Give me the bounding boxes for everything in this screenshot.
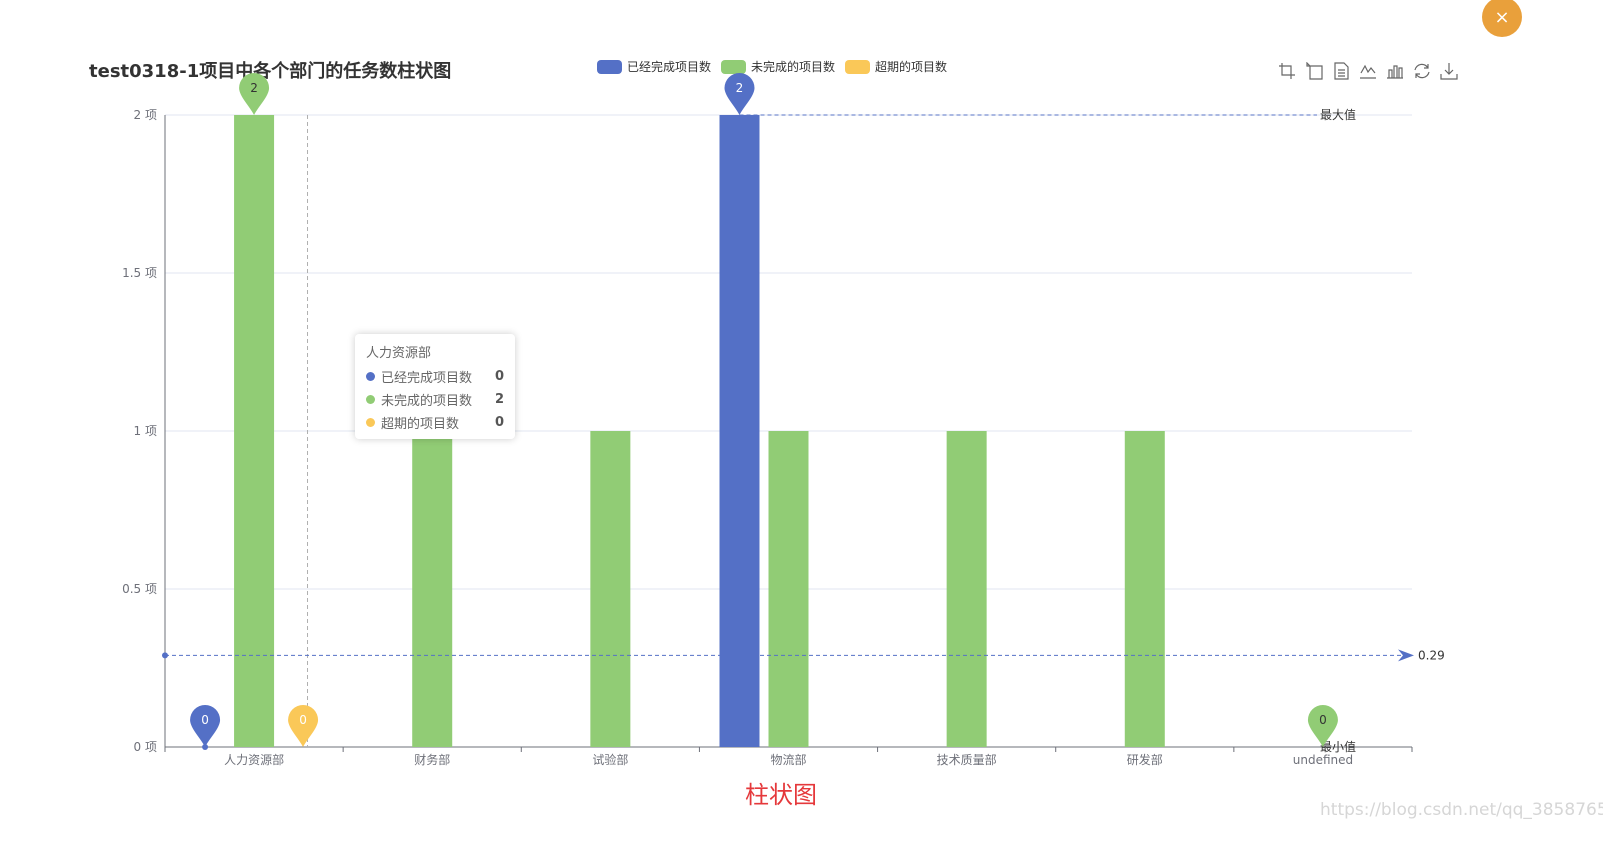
tooltip-value: 2 xyxy=(494,392,504,407)
y-tick-label: 0 项 xyxy=(134,740,157,754)
bar xyxy=(234,115,275,747)
tooltip-dot xyxy=(366,418,375,427)
average-mark-start xyxy=(162,652,168,659)
max-mark-label: 最大值 xyxy=(1320,107,1356,122)
x-tick-label: 财务部 xyxy=(414,752,450,767)
bar xyxy=(768,431,809,747)
bar xyxy=(412,431,453,747)
y-tick-label: 2 项 xyxy=(134,108,157,122)
bar xyxy=(1124,431,1165,747)
tooltip-row: 超期的项目数 0 xyxy=(366,411,504,434)
tooltip-series-name: 超期的项目数 xyxy=(381,417,460,432)
tooltip-row: 未完成的项目数 2 xyxy=(366,388,504,411)
tooltip-series-name: 已经完成项目数 xyxy=(381,371,473,386)
bar-chart: 0 项0.5 项1 项1.5 项2 项人力资源部 财务部 试验部 物流部 技术质量部 研发… xyxy=(122,72,1445,767)
mark-point-label: 0 xyxy=(1319,713,1327,727)
average-mark-label: 0.29 xyxy=(1418,648,1445,662)
mark-point-label: 2 xyxy=(250,81,258,95)
x-tick-label: 试验部 xyxy=(592,752,628,767)
tooltip-dot xyxy=(366,395,375,404)
y-tick-label: 1.5 项 xyxy=(122,266,157,280)
bar xyxy=(719,115,760,747)
y-tick-label: 1 项 xyxy=(134,424,157,438)
bar xyxy=(590,431,631,747)
y-tick-label: 0.5 项 xyxy=(122,582,157,596)
x-tick-label: 研发部 xyxy=(1127,752,1163,767)
tooltip: 人力资源部 已经完成项目数 0 未完成的项目数 2 超期的项目数 0 xyxy=(355,334,515,439)
x-tick-label: undefined xyxy=(1293,753,1353,767)
tooltip-row: 已经完成项目数 0 xyxy=(366,365,504,388)
mark-point-label: 2 xyxy=(736,81,744,95)
mark-point-label: 0 xyxy=(299,713,307,727)
x-tick-label: 物流部 xyxy=(770,752,806,767)
tooltip-dot xyxy=(366,372,375,381)
tooltip-value: 0 xyxy=(494,369,504,384)
tooltip-title: 人力资源部 xyxy=(366,346,432,361)
x-tick-label: 人力资源部 xyxy=(224,752,284,767)
tooltip-value: 0 xyxy=(494,415,504,430)
bar xyxy=(946,431,987,747)
x-tick-label: 技术质量部 xyxy=(937,752,997,767)
tooltip-series-name: 未完成的项目数 xyxy=(381,394,473,409)
caption: 柱状图 xyxy=(745,781,817,809)
mark-point-label: 0 xyxy=(201,713,209,727)
watermark: https://blog.csdn.net/qq_38587650 xyxy=(1320,800,1603,820)
